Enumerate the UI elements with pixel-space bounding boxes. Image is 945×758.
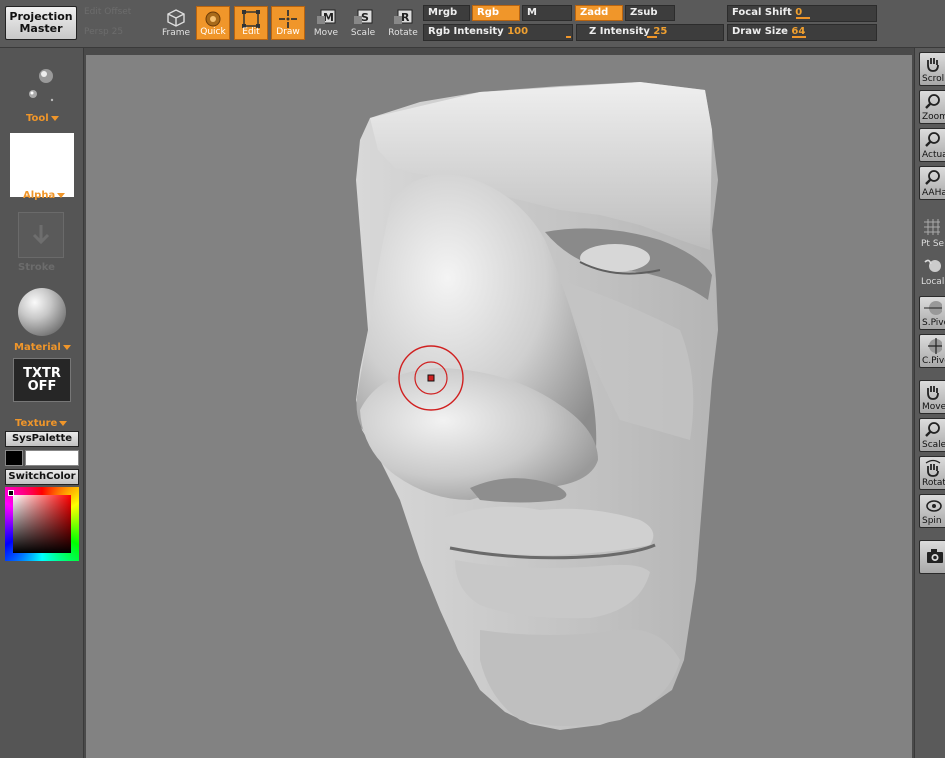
hand-icon: [927, 386, 939, 400]
main-color-swatch[interactable]: [5, 450, 23, 466]
draw-size-bar: [792, 36, 806, 38]
mrgb-toggle[interactable]: Mrgb: [423, 5, 470, 21]
aahalf-button[interactable]: AAHalf: [919, 166, 945, 200]
frame-icon: [167, 9, 185, 27]
color-picker-square[interactable]: [13, 495, 71, 553]
zadd-toggle[interactable]: Zadd: [575, 5, 623, 21]
stroke-arrow-icon: [32, 225, 50, 245]
rgb-toggle[interactable]: Rgb: [472, 5, 520, 21]
frame-button[interactable]: Frame: [159, 6, 193, 40]
tool-menu[interactable]: Tool: [26, 113, 59, 124]
focal-shift-bar: [796, 17, 810, 19]
texture-thumbnail[interactable]: TXTR OFF: [13, 358, 71, 402]
switchcolor-button[interactable]: SwitchColor: [5, 469, 79, 485]
z-intensity-slider[interactable]: Z Intensity 25: [576, 24, 724, 41]
edit-button[interactable]: Edit: [234, 6, 268, 40]
document-canvas[interactable]: [86, 55, 912, 758]
edit-icon: [242, 10, 260, 28]
scale-view-button[interactable]: Scale: [919, 418, 945, 452]
grid-icon: [924, 219, 940, 235]
chevron-down-icon: [59, 420, 68, 426]
right-panel: Scroll Zoom Actual AAHalf Pt Sel Local S…: [914, 48, 945, 758]
rgb-intensity-value: 100: [507, 26, 529, 37]
camera-icon: [927, 549, 943, 563]
brush-center-icon: [427, 374, 435, 382]
pivot-cross-icon: [928, 338, 942, 354]
stroke-thumbnail[interactable]: [18, 212, 64, 258]
point-selection-button[interactable]: Pt Sel: [919, 216, 945, 250]
move-icon: M: [317, 9, 336, 24]
actual-button[interactable]: Actual: [919, 128, 945, 162]
snapshot-button[interactable]: [919, 540, 945, 574]
spin-icon: [926, 500, 942, 512]
projection-master-button[interactable]: Projection Master: [5, 6, 77, 40]
hand-icon: [927, 58, 939, 72]
syspalette-button[interactable]: SysPalette: [5, 431, 79, 447]
spin-button[interactable]: Spin: [919, 494, 945, 528]
local-sphere-icon: [924, 259, 941, 272]
focal-shift-slider[interactable]: Focal Shift 0: [727, 5, 877, 22]
tool-thumbnail-icon[interactable]: [22, 64, 62, 104]
draw-button[interactable]: Draw: [271, 6, 305, 40]
local-button[interactable]: Local: [919, 254, 945, 288]
move-button[interactable]: M Move: [309, 6, 343, 40]
alpha-thumbnail[interactable]: [10, 133, 74, 197]
left-panel: Tool Alpha Stroke Material TXTR OFF Text…: [0, 48, 84, 758]
cpivot-button[interactable]: C.Pivot: [919, 334, 945, 368]
magnifier-icon: [925, 132, 940, 147]
scale-button[interactable]: S Scale: [346, 6, 380, 40]
z-intensity-bar: [647, 36, 657, 38]
zoom-button[interactable]: Zoom: [919, 90, 945, 124]
scale-icon: S: [354, 9, 373, 24]
svg-text:S: S: [361, 11, 369, 24]
chevron-down-icon: [50, 115, 59, 121]
rotate-hand-icon: [925, 459, 941, 477]
pivot-sphere-icon: [924, 301, 942, 315]
quick-icon: [205, 11, 221, 27]
color-picker[interactable]: [5, 487, 79, 561]
top-toolbar: Projection Master Edit Offset Persp 25 F…: [0, 0, 945, 48]
rotate-icon: R: [394, 9, 413, 24]
magnifier-icon: [925, 94, 940, 109]
color-picker-marker[interactable]: [8, 490, 14, 496]
draw-size-slider[interactable]: Draw Size 64: [727, 24, 877, 41]
rotate-view-button[interactable]: Rotate: [919, 456, 945, 490]
chevron-down-icon: [62, 344, 71, 350]
secondary-color-swatch[interactable]: [25, 450, 79, 466]
texture-menu[interactable]: Texture: [15, 418, 68, 429]
rotate-button[interactable]: R Rotate: [386, 6, 420, 40]
rgb-intensity-bar: [566, 36, 571, 38]
face-sculpt-model: [356, 82, 718, 730]
edit-offset-label: Edit Offset: [84, 7, 132, 17]
chevron-down-icon: [57, 192, 66, 198]
rgb-intensity-slider[interactable]: Rgb Intensity 100: [423, 24, 573, 41]
material-thumbnail[interactable]: [18, 288, 66, 336]
material-menu[interactable]: Material: [14, 342, 71, 353]
magnifier-icon: [925, 422, 940, 437]
scroll-button[interactable]: Scroll: [919, 52, 945, 86]
move-view-button[interactable]: Move: [919, 380, 945, 414]
m-toggle[interactable]: M: [522, 5, 572, 21]
spivot-button[interactable]: S.Pivot: [919, 296, 945, 330]
svg-text:R: R: [401, 11, 410, 24]
quick-button[interactable]: Quick: [196, 6, 230, 40]
magnifier-icon: [925, 170, 940, 185]
alpha-menu[interactable]: Alpha: [23, 190, 66, 201]
draw-icon: [279, 10, 297, 28]
persp-label: Persp 25: [84, 27, 124, 37]
stroke-menu[interactable]: Stroke: [18, 262, 55, 273]
zsub-toggle[interactable]: Zsub: [625, 5, 675, 21]
